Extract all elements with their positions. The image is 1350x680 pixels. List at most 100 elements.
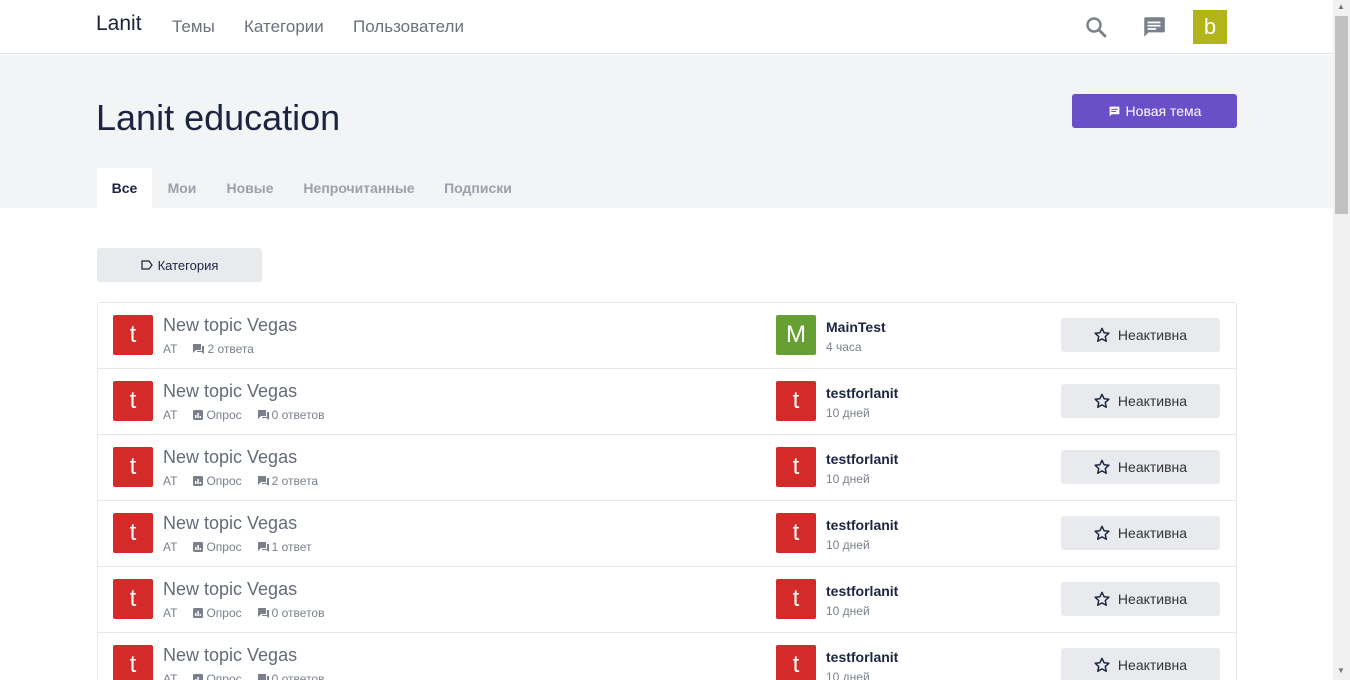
topic-title[interactable]: New topic Vegas — [163, 513, 297, 534]
star-icon — [1094, 327, 1110, 342]
topic-meta: AT Опрос 2 ответа — [163, 474, 334, 488]
star-icon — [1094, 393, 1110, 408]
replies-icon — [257, 542, 269, 552]
last-post-time: 10 дней — [826, 406, 870, 420]
nav-link-categories[interactable]: Категории — [244, 17, 324, 37]
tab-unread[interactable]: Непрочитанные — [303, 168, 415, 208]
top-navbar: Lanit Темы Категории Пользователи b — [0, 0, 1333, 54]
scroll-up-icon[interactable]: ▲ — [1337, 2, 1345, 11]
tab-all[interactable]: Все — [97, 168, 152, 208]
last-poster-name[interactable]: MainTest — [826, 319, 886, 335]
topic-meta: AT Опрос 0 ответов — [163, 606, 340, 620]
brand-logo[interactable]: Lanit — [96, 12, 142, 36]
poll-label: Опрос — [206, 408, 242, 422]
poll-icon — [193, 674, 204, 680]
topic-category-tag[interactable]: AT — [163, 474, 177, 488]
last-poster-avatar[interactable]: t — [776, 579, 816, 619]
topic-author-avatar[interactable]: t — [113, 645, 153, 680]
topic-category-tag[interactable]: AT — [163, 672, 177, 680]
topic-author-avatar[interactable]: t — [113, 315, 153, 355]
poll-label: Опрос — [206, 606, 242, 620]
replies-count: 2 ответа — [193, 342, 254, 356]
last-post-time: 10 дней — [826, 604, 870, 618]
tab-subscriptions[interactable]: Подписки — [444, 168, 512, 208]
new-topic-button[interactable]: Новая тема — [1072, 94, 1237, 128]
nav-link-themes[interactable]: Темы — [172, 17, 215, 37]
search-icon[interactable] — [1083, 14, 1109, 40]
nav-link-users[interactable]: Пользователи — [353, 17, 464, 37]
subscribe-button[interactable]: Неактивна — [1061, 516, 1220, 550]
subscribe-button[interactable]: Неактивна — [1061, 318, 1220, 352]
topic-title[interactable]: New topic Vegas — [163, 315, 297, 336]
topic-row: t New topic Vegas AT Опрос 1 ответ t tes… — [98, 501, 1236, 567]
replies-count: 0 ответов — [257, 408, 324, 422]
last-poster-avatar[interactable]: M — [776, 315, 816, 355]
scrollbar[interactable]: ▲ ▼ — [1333, 0, 1350, 680]
replies-icon — [257, 608, 269, 618]
topic-author-avatar[interactable]: t — [113, 381, 153, 421]
star-icon — [1094, 525, 1110, 540]
replies-icon — [257, 476, 269, 486]
poll-label: Опрос — [206, 474, 242, 488]
subscribe-button[interactable]: Неактивна — [1061, 384, 1220, 418]
chat-icon[interactable] — [1141, 14, 1167, 40]
topic-category-tag[interactable]: AT — [163, 606, 177, 620]
replies-icon — [257, 674, 269, 680]
subscribe-button[interactable]: Неактивна — [1061, 582, 1220, 616]
topic-row: t New topic Vegas AT Опрос 0 ответов t t… — [98, 567, 1236, 633]
replies-count: 0 ответов — [257, 672, 324, 680]
last-post-time: 10 дней — [826, 472, 870, 486]
topic-title[interactable]: New topic Vegas — [163, 645, 297, 666]
category-header: Lanit education Новая тема Все Мои Новые… — [0, 55, 1333, 208]
topic-title[interactable]: New topic Vegas — [163, 447, 297, 468]
last-post-time: 10 дней — [826, 538, 870, 552]
last-poster-name[interactable]: testforlanit — [826, 385, 898, 401]
topic-category-tag[interactable]: AT — [163, 342, 177, 356]
poll-icon — [193, 542, 204, 552]
topic-meta: AT Опрос 0 ответов — [163, 672, 340, 680]
last-post-time: 10 дней — [826, 670, 870, 680]
last-poster-name[interactable]: testforlanit — [826, 517, 898, 533]
category-filter-label: Категория — [157, 257, 219, 273]
tab-new[interactable]: Новые — [226, 168, 274, 208]
user-avatar[interactable]: b — [1193, 10, 1227, 44]
poll-badge: Опрос — [193, 474, 242, 488]
topic-author-avatar[interactable]: t — [113, 447, 153, 487]
replies-label: 2 ответа — [271, 474, 319, 488]
replies-count: 0 ответов — [257, 606, 324, 620]
star-icon — [1094, 591, 1110, 606]
poll-badge: Опрос — [193, 540, 242, 554]
category-filter-button[interactable]: Категория — [97, 248, 262, 282]
tab-mine[interactable]: Мои — [167, 168, 197, 208]
topic-meta: AT Опрос 0 ответов — [163, 408, 340, 422]
last-post-time: 4 часа — [826, 340, 862, 354]
topic-category-tag[interactable]: AT — [163, 408, 177, 422]
topic-row: t New topic Vegas AT Опрос 2 ответа t te… — [98, 435, 1236, 501]
topic-author-avatar[interactable]: t — [113, 579, 153, 619]
last-poster-name[interactable]: testforlanit — [826, 649, 898, 665]
subscribe-button[interactable]: Неактивна — [1061, 648, 1220, 680]
topic-title[interactable]: New topic Vegas — [163, 579, 297, 600]
poll-label: Опрос — [206, 672, 242, 680]
poll-icon — [193, 410, 204, 420]
last-poster-name[interactable]: testforlanit — [826, 583, 898, 599]
scroll-down-icon[interactable]: ▼ — [1337, 666, 1345, 675]
topic-title[interactable]: New topic Vegas — [163, 381, 297, 402]
last-poster-avatar[interactable]: t — [776, 381, 816, 421]
replies-label: 1 ответ — [271, 540, 312, 554]
star-icon — [1094, 459, 1110, 474]
last-poster-avatar[interactable]: t — [776, 513, 816, 553]
subscribe-label: Неактивна — [1117, 393, 1188, 409]
topic-category-tag[interactable]: AT — [163, 540, 177, 554]
subscribe-label: Неактивна — [1117, 591, 1188, 607]
topic-row: t New topic Vegas AT Опрос 0 ответов t t… — [98, 369, 1236, 435]
tag-icon — [141, 260, 153, 270]
star-icon — [1094, 657, 1110, 672]
last-poster-name[interactable]: testforlanit — [826, 451, 898, 467]
scroll-thumb[interactable] — [1335, 16, 1348, 214]
replies-label: 2 ответа — [207, 342, 254, 356]
subscribe-button[interactable]: Неактивна — [1061, 450, 1220, 484]
topic-author-avatar[interactable]: t — [113, 513, 153, 553]
last-poster-avatar[interactable]: t — [776, 645, 816, 680]
last-poster-avatar[interactable]: t — [776, 447, 816, 487]
